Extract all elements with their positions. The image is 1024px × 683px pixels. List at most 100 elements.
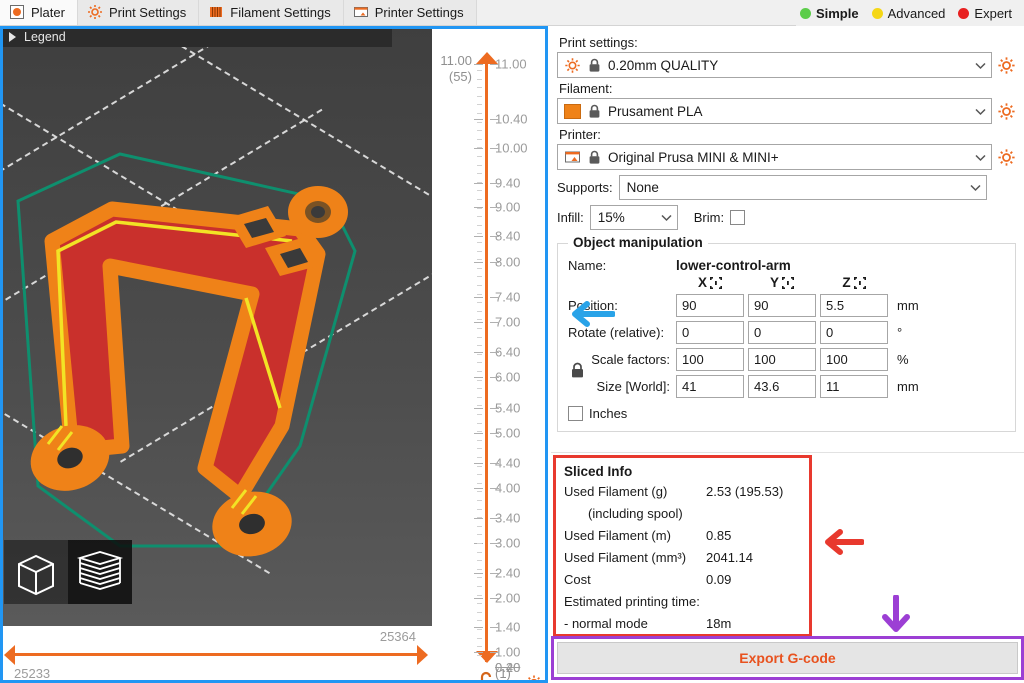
printer-combo[interactable]: Original Prusa MINI & MINI+ xyxy=(557,144,992,170)
reset-axis-icon[interactable] xyxy=(782,276,794,289)
rotate-unit: ° xyxy=(897,325,903,340)
layers-slider-minor-tick xyxy=(477,543,482,544)
legend-toggle[interactable]: Legend xyxy=(0,26,392,47)
layers-slider-tick-mark xyxy=(474,183,483,184)
moves-slider-track[interactable] xyxy=(12,653,418,656)
size-y-input[interactable]: 43.6 xyxy=(748,375,816,398)
scale-y-input[interactable]: 100 xyxy=(748,348,816,371)
sliced-info-row: (including spool) xyxy=(564,503,801,525)
scale-z-input[interactable]: 100 xyxy=(820,348,888,371)
layers-slider-tick-mark xyxy=(474,518,483,519)
chevron-down-icon[interactable] xyxy=(660,211,673,224)
rotate-y-input[interactable]: 0 xyxy=(748,321,816,344)
layers-slider-minor-tick xyxy=(477,603,482,604)
printer-row: Original Prusa MINI & MINI+ xyxy=(557,144,1016,170)
unlock-icon[interactable] xyxy=(477,671,495,683)
infill-brim-row: Infill: 15% Brim: xyxy=(557,205,1016,230)
layers-slider-tick-mark xyxy=(490,488,499,489)
layers-slider-minor-tick xyxy=(477,285,482,286)
infill-combo[interactable]: 15% xyxy=(589,205,678,230)
lock-icon xyxy=(589,150,600,164)
inches-label: Inches xyxy=(589,406,628,421)
filament-color-swatch xyxy=(564,103,581,119)
layers-slider-track[interactable] xyxy=(485,62,488,662)
layers-slider-minor-tick xyxy=(477,328,482,329)
layers-slider-minor-tick xyxy=(477,225,482,226)
mode-expert[interactable]: Expert xyxy=(954,6,1016,21)
inches-checkbox[interactable] xyxy=(568,406,583,421)
rotate-x-input[interactable]: 0 xyxy=(676,321,744,344)
supports-label: Supports: xyxy=(557,180,613,195)
slider-settings-gear-icon[interactable] xyxy=(525,674,543,683)
reset-axis-icon[interactable] xyxy=(710,276,722,289)
tab-plater[interactable]: Plater xyxy=(0,0,78,25)
sliced-info-panel: Sliced Info Used Filament (g) 2.53 (195.5… xyxy=(553,455,812,637)
chevron-down-icon[interactable] xyxy=(974,59,987,72)
layers-slider-minor-tick xyxy=(477,655,482,656)
layers-slider-tick-mark xyxy=(474,148,483,149)
size-z-input[interactable]: 11 xyxy=(820,375,888,398)
filament-settings-edit-gear-icon[interactable] xyxy=(997,102,1016,121)
layers-slider-minor-tick xyxy=(477,448,482,449)
uniform-scale-lock-icon[interactable] xyxy=(570,362,585,379)
axis-label-z: Z xyxy=(842,275,851,290)
export-gcode-button[interactable]: Export G-code xyxy=(557,642,1018,674)
chevron-down-icon[interactable] xyxy=(974,151,987,164)
moves-slider-left-handle[interactable] xyxy=(4,645,15,665)
size-x-input[interactable]: 41 xyxy=(676,375,744,398)
layers-slider-minor-tick xyxy=(477,500,482,501)
layers-slider-tick-mark xyxy=(474,297,483,298)
tab-printer-settings[interactable]: Printer Settings xyxy=(343,0,477,25)
filament-combo[interactable]: Prusament PLA xyxy=(557,98,992,124)
supports-combo[interactable]: None xyxy=(618,175,987,200)
sliced-info-key: (including spool) xyxy=(588,506,683,521)
layers-slider-minor-tick xyxy=(477,311,482,312)
editor-view-button[interactable] xyxy=(4,540,68,604)
sliced-info-row: Estimated printing time: xyxy=(564,591,801,613)
layers-slider-minor-tick xyxy=(477,517,482,518)
printer-settings-edit-gear-icon[interactable] xyxy=(997,148,1016,167)
layers-slider-minor-tick xyxy=(477,87,482,88)
3d-preview-viewport[interactable]: Legend xyxy=(0,26,432,626)
reset-axis-icon[interactable] xyxy=(853,276,866,289)
object-name-label: Name: xyxy=(568,258,607,273)
sliced-info-value: 0.85 xyxy=(706,528,732,543)
layers-slider-tick-mark xyxy=(474,236,483,237)
sliced-info-key: Used Filament (g) xyxy=(564,484,668,499)
layers-slider-minor-tick xyxy=(477,638,482,639)
axis-header-x: X xyxy=(676,275,744,290)
layers-slider[interactable]: 11.00 (55) 11.00 10.40 10.00 9.40 9.00 8.40 8.… xyxy=(432,26,548,683)
layers-slider-minor-tick xyxy=(477,190,482,191)
layers-slider-minor-tick xyxy=(477,354,482,355)
object-name-value: lower-control-arm xyxy=(676,258,791,273)
layers-slider-minor-tick xyxy=(477,294,482,295)
filament-value: Prusament PLA xyxy=(608,103,703,119)
object-manipulation-grid: X Y Z Position: 90 90 5.5 mm Rotate (rel… xyxy=(568,275,1007,398)
position-z-input[interactable]: 5.5 xyxy=(820,294,888,317)
layers-slider-tick-mark xyxy=(474,322,483,323)
mode-simple[interactable]: Simple xyxy=(796,6,863,21)
preview-view-button[interactable] xyxy=(68,540,132,604)
print-settings-row: 0.20mm QUALITY xyxy=(557,52,1016,78)
moves-slider[interactable]: 25364 25233 xyxy=(0,626,432,683)
scale-x-input[interactable]: 100 xyxy=(676,348,744,371)
mode-advanced[interactable]: Advanced xyxy=(868,6,950,21)
chevron-down-icon[interactable] xyxy=(974,105,987,118)
brim-checkbox[interactable] xyxy=(730,210,746,225)
layers-slider-minor-tick xyxy=(477,182,482,183)
print-settings-combo[interactable]: 0.20mm QUALITY xyxy=(557,52,992,78)
tab-filament-settings[interactable]: Filament Settings xyxy=(199,0,344,25)
rotate-z-input[interactable]: 0 xyxy=(820,321,888,344)
layers-slider-minor-tick xyxy=(477,122,482,123)
position-x-input[interactable]: 90 xyxy=(676,294,744,317)
chevron-down-icon[interactable] xyxy=(969,181,982,194)
layers-slider-tick-mark xyxy=(490,119,499,120)
axis-header-z: Z xyxy=(820,275,888,290)
tab-print-settings[interactable]: Print Settings xyxy=(77,0,200,25)
print-settings-edit-gear-icon[interactable] xyxy=(997,56,1016,75)
main-tab-bar: Plater Print Settings Filament Settings xyxy=(0,0,1024,26)
sliced-info-value: 0.09 xyxy=(706,572,732,587)
moves-slider-right-handle[interactable] xyxy=(417,645,428,665)
lock-icon xyxy=(589,58,600,72)
position-y-input[interactable]: 90 xyxy=(748,294,816,317)
